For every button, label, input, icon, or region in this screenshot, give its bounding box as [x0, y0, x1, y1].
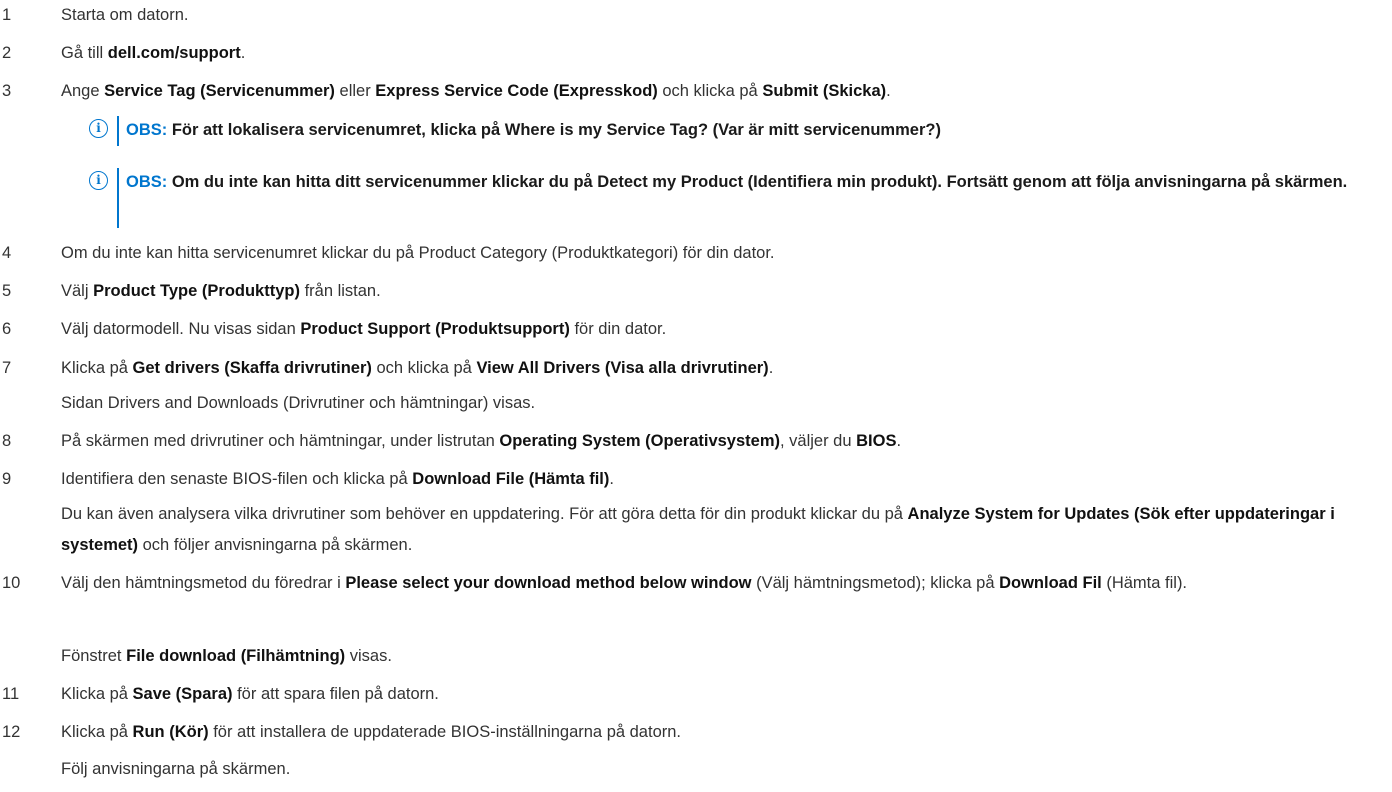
step-number: 8 — [2, 432, 12, 450]
text-run: . — [886, 82, 891, 100]
text-run: Fönstret — [61, 647, 127, 665]
info-circle-icon: i — [89, 171, 108, 190]
text-run: (Hämta fil). — [1101, 574, 1188, 592]
step-text: Klicka på Run (Kör) för att installera d… — [61, 721, 681, 743]
note-label: OBS: — [126, 121, 168, 139]
step-number: 4 — [2, 244, 12, 262]
step-number: 12 — [2, 723, 21, 741]
text-run: (Välj hämtningsmetod); klicka på — [751, 574, 1000, 592]
text-run: Identifiera den senaste BIOS-filen och k… — [61, 470, 413, 488]
step-paragraph: Följ anvisningarna på skärmen. — [61, 758, 290, 780]
step-number: 3 — [2, 82, 12, 100]
text-run: för att installera de uppdaterade BIOS-i… — [208, 723, 682, 741]
text-run: och klicka på — [371, 359, 477, 377]
bold-term: Product Support (Produktsupport) — [300, 320, 570, 338]
step-text: Välj datormodell. Nu visas sidan Product… — [61, 318, 666, 340]
text-run: Ange — [61, 82, 105, 100]
text-run: Välj den hämtningsmetod du föredrar i — [61, 574, 346, 592]
bold-term: Product Type (Produkttyp) — [93, 282, 300, 300]
step-text: Ange Service Tag (Servicenummer) eller E… — [61, 80, 891, 102]
text-run: Starta om datorn. — [61, 6, 189, 24]
text-run: och klicka på — [657, 82, 763, 100]
text-run: Sidan Drivers and Downloads (Drivrutiner… — [61, 394, 536, 412]
step-text: Klicka på Get drivers (Skaffa drivrutine… — [61, 357, 773, 379]
text-run: och följer anvisningarna på skärmen. — [138, 536, 413, 554]
text-run: På skärmen med drivrutiner och hämtninga… — [61, 432, 500, 450]
note-text: OBS: Om du inte kan hitta ditt servicenu… — [126, 167, 1376, 197]
text-run: Välj — [61, 282, 94, 300]
text-run: för din dator. — [569, 320, 667, 338]
step-paragraph: Du kan även analysera vilka drivrutiner … — [61, 499, 1386, 561]
step-paragraph: Fönstret File download (Filhämtning) vis… — [61, 645, 392, 667]
bold-term: Submit (Skicka) — [762, 82, 887, 100]
text-run: . — [240, 44, 246, 62]
step-text: Klicka på Save (Spara) för att spara fil… — [61, 683, 439, 705]
bold-term: Download File (Hämta fil) — [412, 470, 610, 488]
bold-term: Run (Kör) — [132, 723, 209, 741]
step-text: Välj Product Type (Produkttyp) från list… — [61, 280, 381, 302]
step-number: 7 — [2, 359, 12, 377]
text-run: Klicka på — [61, 685, 133, 703]
text-run: Klicka på — [61, 723, 133, 741]
bold-term: Please select your download method below… — [345, 574, 752, 592]
bold-term: BIOS — [856, 432, 897, 450]
step-number: 2 — [2, 44, 12, 62]
note-divider — [117, 168, 119, 228]
step-paragraph: Sidan Drivers and Downloads (Drivrutiner… — [61, 392, 535, 414]
bold-term: Download Fil — [999, 574, 1102, 592]
text-run: . — [609, 470, 614, 488]
step-number: 5 — [2, 282, 12, 300]
bold-term: Save (Spara) — [132, 685, 233, 703]
step-text: Gå till dell.com/support. — [61, 42, 245, 64]
text-run: . — [896, 432, 902, 450]
text-run: Gå till — [61, 44, 108, 62]
step-text: Identifiera den senaste BIOS-filen och k… — [61, 468, 614, 490]
text-run: visas. — [345, 647, 392, 665]
info-circle-icon: i — [89, 119, 108, 138]
text-run: Om du inte kan hitta servicenumret klick… — [61, 244, 775, 262]
step-text: Starta om datorn. — [61, 4, 188, 26]
text-run: Välj datormodell. Nu visas sidan — [61, 320, 301, 338]
step-text: Välj den hämtningsmetod du föredrar i Pl… — [61, 568, 1321, 598]
bold-term: Express Service Code (Expresskod) — [375, 82, 658, 100]
bold-term: Service Tag (Servicenummer) — [104, 82, 335, 100]
note-body: Om du inte kan hitta ditt servicenummer … — [167, 173, 1348, 191]
step-number: 10 — [2, 574, 21, 592]
step-text: På skärmen med drivrutiner och hämtninga… — [61, 430, 901, 452]
text-run: för att spara filen på datorn. — [232, 685, 439, 703]
document-body: 1 Starta om datorn. 2 Gå till dell.com/s… — [0, 0, 1392, 792]
text-run: . — [768, 359, 774, 377]
text-run: , väljer du — [780, 432, 857, 450]
bold-term: dell.com/support — [107, 44, 241, 62]
bold-term: View All Drivers (Visa alla drivrutiner) — [476, 359, 769, 377]
step-number: 1 — [2, 6, 12, 24]
note-divider — [117, 116, 119, 146]
step-number: 9 — [2, 470, 12, 488]
text-run: Du kan även analysera vilka drivrutiner … — [61, 505, 908, 523]
step-number: 6 — [2, 320, 12, 338]
note-body: För att lokalisera servicenumret, klicka… — [167, 121, 941, 139]
text-run: eller — [334, 82, 376, 100]
bold-term: File download (Filhämtning) — [126, 647, 346, 665]
step-number: 11 — [2, 685, 20, 703]
text-run: Följ anvisningarna på skärmen. — [61, 760, 291, 778]
note-text: OBS: För att lokalisera servicenumret, k… — [126, 115, 1376, 145]
bold-term: Operating System (Operativsystem) — [499, 432, 780, 450]
text-run: från listan. — [299, 282, 381, 300]
step-text: Om du inte kan hitta servicenumret klick… — [61, 242, 775, 264]
bold-term: Get drivers (Skaffa drivrutiner) — [132, 359, 372, 377]
note-label: OBS: — [126, 173, 168, 191]
text-run: Klicka på — [61, 359, 133, 377]
